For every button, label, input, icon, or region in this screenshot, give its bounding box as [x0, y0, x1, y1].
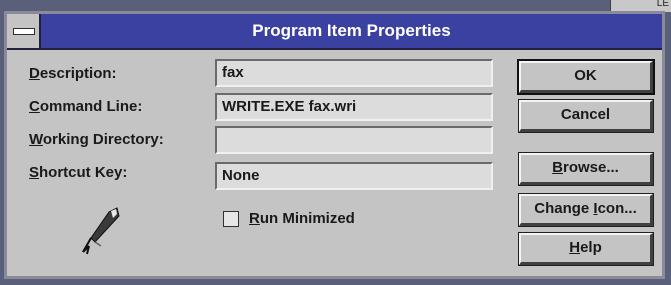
change-icon-button[interactable]: Change Icon...: [518, 193, 654, 227]
shortcut-key-label: Shortcut Key:: [29, 164, 128, 181]
program-item-properties-dialog: Program Item Properties Description: Com…: [4, 11, 665, 279]
dialog-titlebar[interactable]: Program Item Properties: [7, 14, 662, 50]
background-window-label: LE: [656, 0, 669, 9]
system-menu-button[interactable]: [7, 14, 41, 48]
command-line-field[interactable]: WRITE.EXE fax.wri: [215, 93, 493, 121]
run-minimized-label[interactable]: Run Minimized: [249, 210, 355, 227]
command-line-label: Command Line:: [29, 98, 143, 115]
run-minimized-checkbox[interactable]: [223, 211, 239, 227]
fax-pen-icon: [75, 202, 135, 262]
cancel-button[interactable]: Cancel: [518, 99, 654, 133]
system-menu-icon: [13, 28, 35, 35]
help-button[interactable]: Help: [518, 232, 654, 266]
shortcut-key-field[interactable]: None: [215, 162, 493, 190]
working-directory-label: Working Directory:: [29, 131, 164, 148]
ok-button[interactable]: OK: [517, 59, 655, 95]
description-label: Description:: [29, 65, 117, 82]
browse-button[interactable]: Browse...: [518, 152, 654, 186]
description-field[interactable]: fax: [215, 59, 493, 87]
working-directory-field[interactable]: [215, 126, 493, 154]
dialog-title: Program Item Properties: [252, 21, 451, 40]
